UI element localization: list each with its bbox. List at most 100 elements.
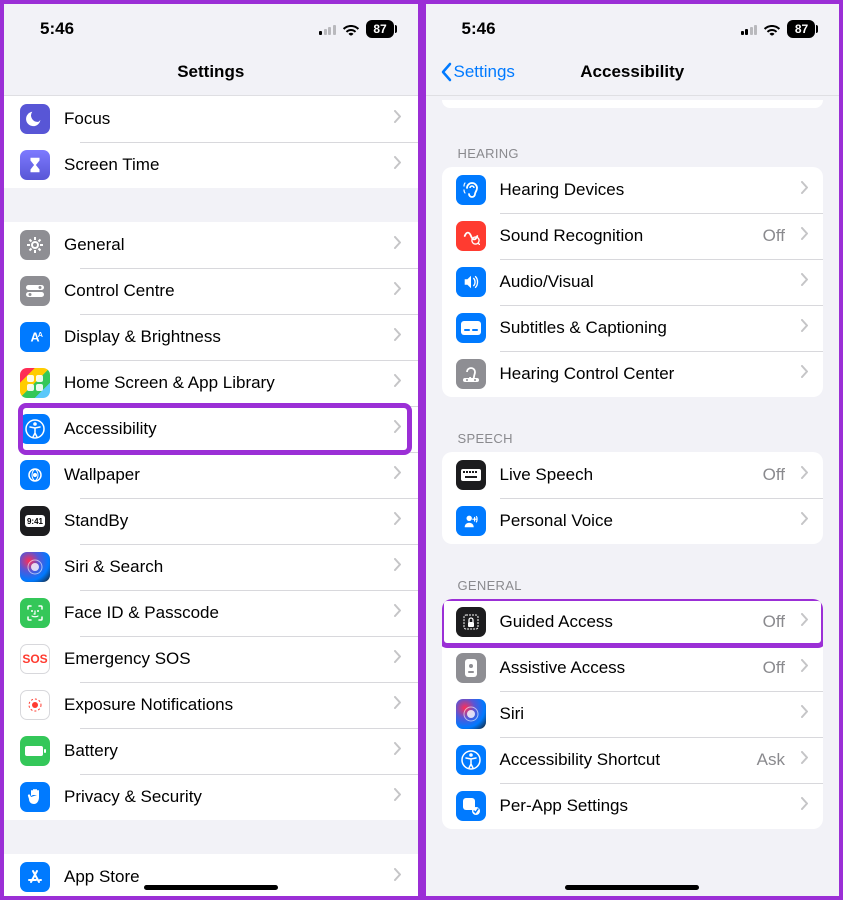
row-value: Off xyxy=(763,465,785,485)
wallpaper-icon xyxy=(20,460,50,490)
row-value: Off xyxy=(763,658,785,678)
settings-row-per-app-settings[interactable]: Per-App Settings xyxy=(442,783,824,829)
settings-row-accessibility-shortcut[interactable]: Accessibility ShortcutAsk xyxy=(442,737,824,783)
settings-row-screen-time[interactable]: Screen Time xyxy=(4,142,418,188)
row-value: Off xyxy=(763,226,785,246)
settings-row-sound-recognition[interactable]: Sound Recognition Off xyxy=(442,213,824,259)
row-label: Display & Brightness xyxy=(64,327,380,347)
chevron-right-icon xyxy=(394,328,402,346)
settings-row-home-screen-app-library[interactable]: Home Screen & App Library xyxy=(4,360,418,406)
settings-row-siri[interactable]: Siri xyxy=(442,691,824,737)
settings-row-audio-visual[interactable]: Audio/Visual xyxy=(442,259,824,305)
svg-text:9:41: 9:41 xyxy=(27,517,44,526)
row-value: Off xyxy=(763,612,785,632)
settings-row-general[interactable]: General xyxy=(4,222,418,268)
settings-row-exposure-notifications[interactable]: Exposure Notifications xyxy=(4,682,418,728)
settings-row-display-brightness[interactable]: AA Display & Brightness xyxy=(4,314,418,360)
accessibility-content[interactable]: HEARINGHearing Devices Sound Recognition O… xyxy=(426,96,840,896)
chevron-right-icon xyxy=(801,512,809,530)
settings-content[interactable]: FocusScreen Time GeneralControl CentreAA… xyxy=(4,96,418,896)
assist-icon xyxy=(456,653,486,683)
settings-row-personal-voice[interactable]: Personal Voice xyxy=(442,498,824,544)
sos-icon: SOS xyxy=(20,644,50,674)
settings-row-standby[interactable]: 9:41StandBy xyxy=(4,498,418,544)
siri-icon xyxy=(456,699,486,729)
row-label: Wallpaper xyxy=(64,465,380,485)
keyboard-icon xyxy=(456,460,486,490)
wifi-icon xyxy=(342,23,360,36)
chevron-right-icon xyxy=(394,742,402,760)
status-time: 5:46 xyxy=(40,19,74,39)
row-label: Battery xyxy=(64,741,380,761)
brightness-icon: AA xyxy=(20,322,50,352)
chevron-right-icon xyxy=(394,558,402,576)
row-label: Live Speech xyxy=(500,465,749,485)
row-label: General xyxy=(64,235,380,255)
chevron-right-icon xyxy=(801,751,809,769)
settings-row-subtitles-captioning[interactable]: Subtitles & Captioning xyxy=(442,305,824,351)
phone-right-accessibility: 5:46 87 Settings Accessibility HEARINGHe… xyxy=(422,0,843,900)
row-label: Home Screen & App Library xyxy=(64,373,380,393)
chevron-right-icon xyxy=(801,273,809,291)
moon-icon xyxy=(20,104,50,134)
svg-text:A: A xyxy=(38,330,43,339)
settings-row-battery[interactable]: Battery xyxy=(4,728,418,774)
page-title: Settings xyxy=(177,62,244,82)
chevron-right-icon xyxy=(801,365,809,383)
section-header-general: GENERAL xyxy=(426,572,840,599)
settings-row-focus[interactable]: Focus xyxy=(4,96,418,142)
toggles-icon xyxy=(20,276,50,306)
home-indicator[interactable] xyxy=(565,885,699,890)
row-label: Exposure Notifications xyxy=(64,695,380,715)
voice-icon xyxy=(456,506,486,536)
chevron-right-icon xyxy=(394,512,402,530)
section-header-hearing: HEARING xyxy=(426,140,840,167)
chevron-right-icon xyxy=(801,466,809,484)
settings-row-live-speech[interactable]: Live Speech Off xyxy=(442,452,824,498)
settings-row-emergency-sos[interactable]: SOS Emergency SOS xyxy=(4,636,418,682)
row-label: Hearing Control Center xyxy=(500,364,788,384)
row-label: Per-App Settings xyxy=(500,796,788,816)
settings-row-assistive-access[interactable]: Assistive AccessOff xyxy=(442,645,824,691)
row-label: Siri & Search xyxy=(64,557,380,577)
cellular-signal-icon xyxy=(319,23,336,35)
standby-icon: 9:41 xyxy=(20,506,50,536)
settings-row-wallpaper[interactable]: Wallpaper xyxy=(4,452,418,498)
accessibility-icon xyxy=(20,414,50,444)
chevron-right-icon xyxy=(394,650,402,668)
chevron-right-icon xyxy=(394,788,402,806)
status-bar: 5:46 87 xyxy=(426,4,840,48)
hand-icon xyxy=(20,782,50,812)
settings-row-privacy-security[interactable]: Privacy & Security xyxy=(4,774,418,820)
settings-row-hearing-devices[interactable]: Hearing Devices xyxy=(442,167,824,213)
row-label: Personal Voice xyxy=(500,511,788,531)
battery-icon xyxy=(20,736,50,766)
settings-row-accessibility[interactable]: Accessibility xyxy=(4,406,418,452)
ear-icon xyxy=(456,175,486,205)
perapp-icon xyxy=(456,791,486,821)
row-label: Focus xyxy=(64,109,380,129)
row-label: Privacy & Security xyxy=(64,787,380,807)
settings-row-face-id-passcode[interactable]: Face ID & Passcode xyxy=(4,590,418,636)
chevron-right-icon xyxy=(394,156,402,174)
chevron-right-icon xyxy=(394,110,402,128)
row-label: Guided Access xyxy=(500,612,749,632)
settings-row-control-centre[interactable]: Control Centre xyxy=(4,268,418,314)
section-group-speech: Live Speech Off Personal Voice xyxy=(442,452,824,544)
row-label: Subtitles & Captioning xyxy=(500,318,788,338)
home-indicator[interactable] xyxy=(144,885,278,890)
settings-row-siri-search[interactable]: Siri & Search xyxy=(4,544,418,590)
chevron-right-icon xyxy=(394,236,402,254)
back-button[interactable]: Settings xyxy=(434,48,521,95)
row-label: Siri xyxy=(500,704,788,724)
row-label: Face ID & Passcode xyxy=(64,603,380,623)
row-label: Emergency SOS xyxy=(64,649,380,669)
settings-row-hearing-control-center[interactable]: Hearing Control Center xyxy=(442,351,824,397)
back-label: Settings xyxy=(454,62,515,82)
settings-row-guided-access[interactable]: Guided Access Off xyxy=(442,599,824,645)
chevron-right-icon xyxy=(801,319,809,337)
hearing-ctrl-icon xyxy=(456,359,486,389)
faceid-icon xyxy=(20,598,50,628)
row-label: Sound Recognition xyxy=(500,226,749,246)
chevron-right-icon xyxy=(394,374,402,392)
